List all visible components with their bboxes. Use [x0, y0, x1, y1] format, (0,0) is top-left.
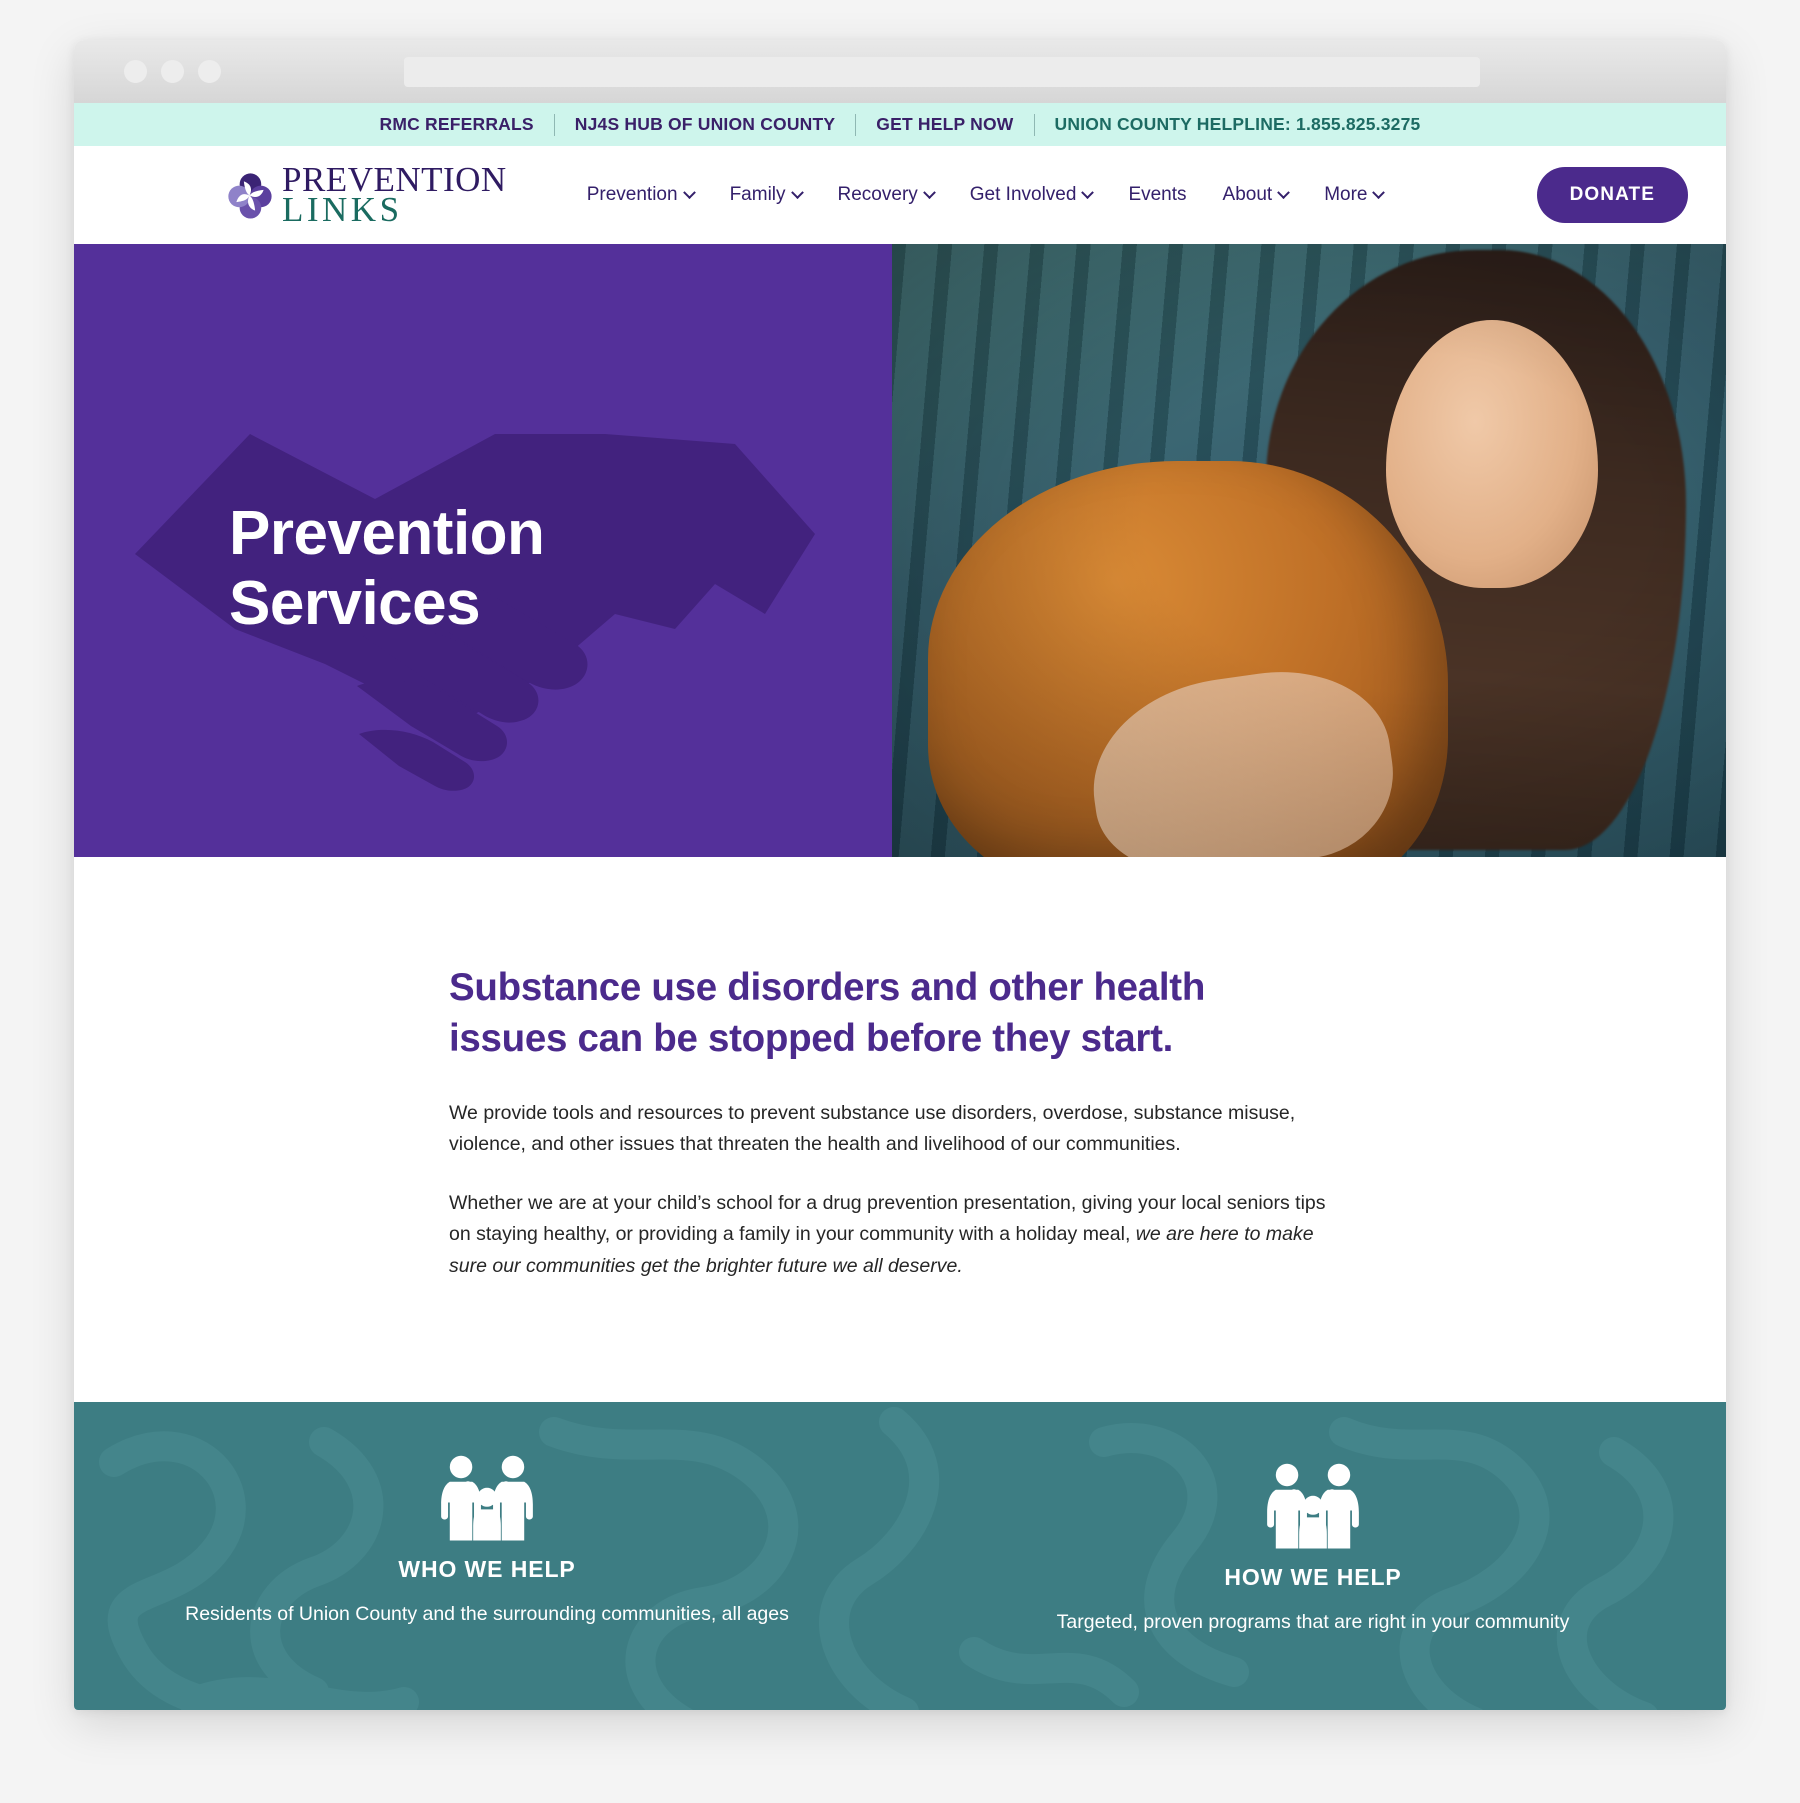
page-title: Prevention Services	[74, 499, 545, 638]
utility-link-helpline[interactable]: UNION COUNTY HELPLINE: 1.855.825.3275	[1035, 114, 1441, 135]
utility-link-get-help-now[interactable]: GET HELP NOW	[856, 114, 1033, 135]
intro-section: Substance use disorders and other health…	[74, 857, 1726, 1402]
chevron-down-icon	[682, 185, 696, 199]
feature-band: WHO WE HELP Residents of Union County an…	[74, 1401, 1726, 1710]
maximize-window-button[interactable]	[198, 60, 221, 83]
feature-column-who-we-help: WHO WE HELP Residents of Union County an…	[74, 1402, 900, 1710]
intro-heading-line-1: Substance use disorders and other health	[449, 966, 1206, 1009]
feature-description: Targeted, proven programs that are right…	[1056, 1610, 1570, 1633]
feature-title: WHO WE HELP	[398, 1555, 576, 1582]
feature-description: Residents of Union County and the surrou…	[185, 1602, 789, 1625]
nav-item-prevention[interactable]: Prevention	[586, 184, 696, 206]
chevron-down-icon	[1081, 185, 1095, 199]
utility-link-nj4s-hub[interactable]: NJ4S HUB OF UNION COUNTY	[555, 114, 856, 135]
hero-photo	[891, 244, 1726, 857]
page-content: RMC REFERRALS NJ4S HUB OF UNION COUNTY G…	[74, 103, 1726, 1710]
site-logo[interactable]: PREVENTION LINKS	[226, 161, 507, 229]
intro-heading-line-2: issues can be stopped before they start.	[449, 1016, 1173, 1060]
nav-label: More	[1324, 184, 1368, 205]
nav-item-recovery[interactable]: Recovery	[837, 184, 936, 206]
nav-menu: Prevention Family Recovery Get Involved …	[586, 184, 1386, 206]
intro-container: Substance use disorders and other health…	[449, 963, 1349, 1283]
intro-paragraph-1: We provide tools and resources to preven…	[449, 1101, 1296, 1156]
nav-label: Prevention	[586, 184, 678, 205]
nav-item-more[interactable]: More	[1324, 184, 1386, 206]
feature-title: HOW WE HELP	[1224, 1563, 1402, 1590]
family-holding-child-icon	[441, 1455, 533, 1541]
nav-label: Family	[729, 184, 786, 205]
utility-bar: RMC REFERRALS NJ4S HUB OF UNION COUNTY G…	[74, 103, 1726, 146]
traffic-lights	[124, 60, 221, 83]
nav-item-get-involved[interactable]: Get Involved	[969, 184, 1095, 206]
minimize-window-button[interactable]	[161, 60, 184, 83]
nav-label: About	[1222, 184, 1273, 205]
nav-item-family[interactable]: Family	[729, 184, 804, 206]
close-window-button[interactable]	[124, 60, 147, 83]
chevron-down-icon	[1372, 185, 1386, 199]
logo-line-links: LINKS	[282, 190, 403, 229]
donate-button[interactable]: DONATE	[1536, 167, 1688, 223]
chevron-down-icon	[1277, 185, 1291, 199]
hero-section: Prevention Services	[74, 244, 1726, 857]
nav-item-about[interactable]: About	[1222, 184, 1291, 206]
pinwheel-flower-icon	[228, 172, 272, 219]
browser-window: RMC REFERRALS NJ4S HUB OF UNION COUNTY G…	[74, 40, 1726, 1710]
nav-label: Events	[1128, 184, 1187, 205]
photo-vignette	[891, 244, 1726, 857]
feature-column-how-we-help: HOW WE HELP Targeted, proven programs th…	[900, 1402, 1726, 1710]
nav-item-events[interactable]: Events	[1128, 184, 1186, 206]
hero-title-line-1: Prevention	[229, 499, 545, 569]
address-bar[interactable]	[404, 56, 1480, 87]
intro-heading: Substance use disorders and other health…	[449, 963, 1349, 1065]
browser-chrome	[74, 40, 1726, 103]
intro-paragraph-2: Whether we are at your child’s school fo…	[449, 1188, 1349, 1283]
nav-label: Get Involved	[969, 184, 1077, 205]
family-holding-child-icon	[1267, 1463, 1359, 1549]
nav-label: Recovery	[837, 184, 918, 205]
main-navigation: PREVENTION LINKS Prevention Family Recov…	[74, 146, 1726, 244]
chevron-down-icon	[790, 185, 804, 199]
utility-link-rmc-referrals[interactable]: RMC REFERRALS	[360, 114, 554, 135]
logo-wordmark: PREVENTION LINKS	[282, 161, 507, 229]
hero-left-panel: Prevention Services	[74, 244, 892, 857]
chevron-down-icon	[922, 185, 936, 199]
hero-title-line-2: Services	[229, 568, 481, 638]
